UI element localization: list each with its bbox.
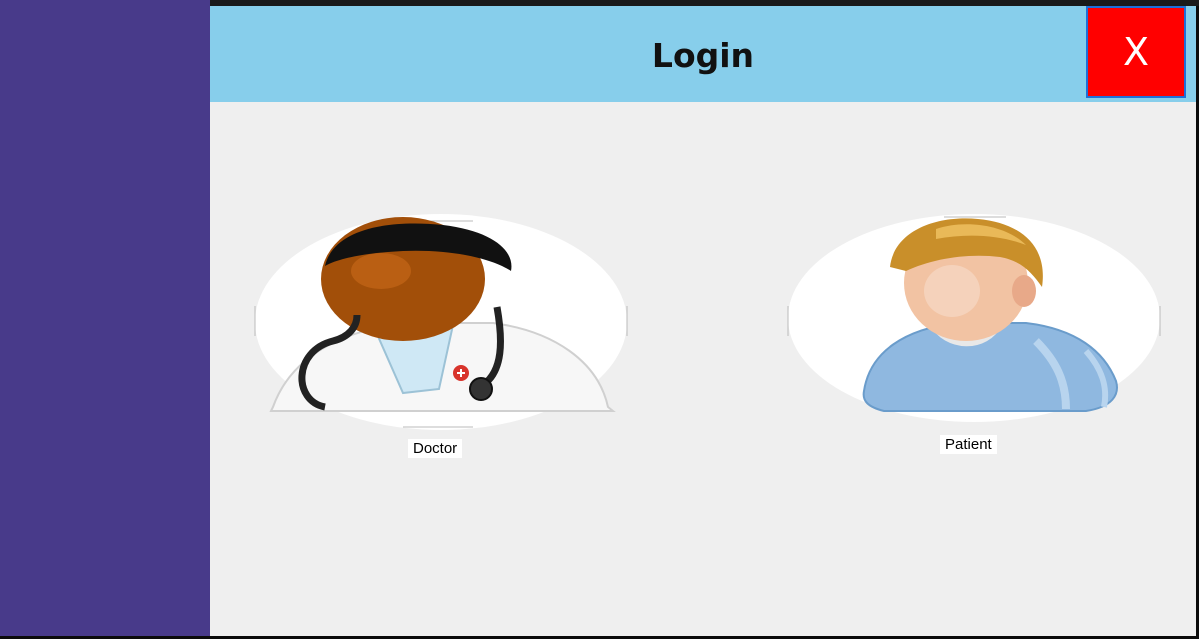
doctor-label: Doctor: [408, 439, 463, 458]
page-title: Login: [651, 36, 755, 75]
doctor-avatar-icon: [254, 214, 628, 430]
title-bar: Login X: [210, 6, 1196, 102]
patient-avatar-icon: [787, 214, 1161, 422]
sidebar: [0, 0, 210, 639]
login-window: Login X Doctor Patient: [210, 6, 1196, 636]
doctor-button[interactable]: Doctor: [253, 211, 629, 458]
patient-button[interactable]: Patient: [786, 211, 1162, 454]
patient-label: Patient: [940, 435, 997, 454]
close-button[interactable]: X: [1086, 6, 1186, 98]
